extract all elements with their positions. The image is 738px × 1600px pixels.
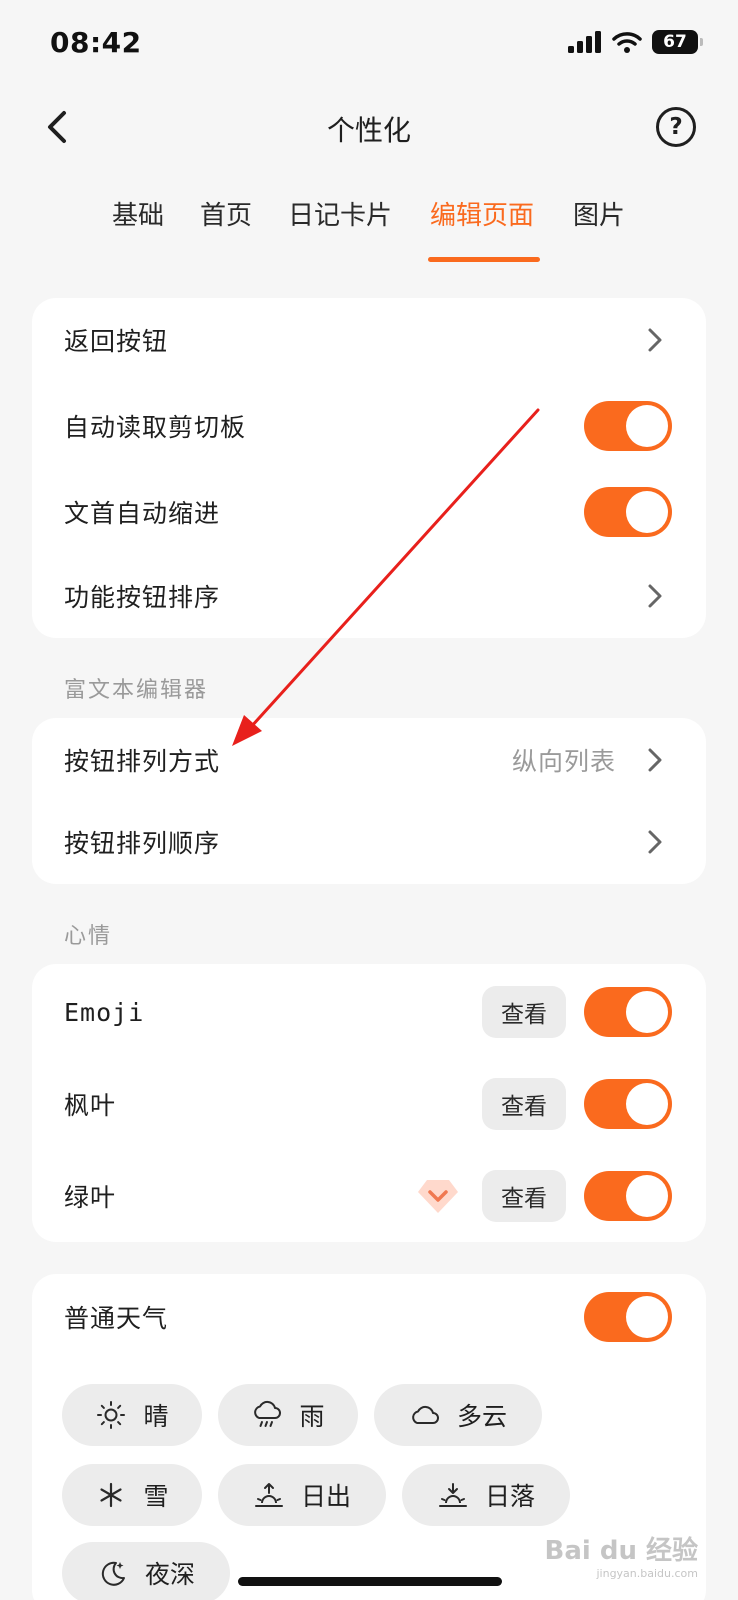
chevron-right-icon [648,830,662,854]
rich-text-card: 按钮排列方式 纵向列表 按钮排列顺序 [32,718,706,884]
general-settings-card: 返回按钮 自动读取剪切板 文首自动缩进 功能按钮排序 [32,298,706,638]
nav-bar: 个性化 ? [0,95,738,165]
auto-indent-row: 文首自动缩进 [32,470,706,554]
mood-green-leaf-row: 绿叶 查看 [32,1154,706,1238]
tab-diary-card[interactable]: 日记卡片 [288,195,392,232]
arrangement-row[interactable]: 按钮排列方式 纵向列表 [32,718,706,802]
cellular-signal-icon [568,31,601,53]
toggle-knob [626,1083,668,1125]
watermark-logo: Bai du 经验 jingyan.baidu.com [545,1530,699,1580]
moon-icon [101,1561,125,1586]
rich-text-section-title: 富文本编辑器 [64,678,209,703]
toggle-knob [626,1175,668,1217]
status-icons: 67 [568,30,703,54]
mood-maple-label: 枫叶 [64,1091,117,1120]
weather-chip-cloudy[interactable]: 多云 [374,1384,542,1446]
status-time: 08:42 [50,26,142,59]
tab-image[interactable]: 图片 [573,195,625,232]
weather-chip-rain[interactable]: 雨 [218,1384,358,1446]
weather-chip-sunrise[interactable]: 日出 [218,1464,386,1526]
weather-chip-label: 雨 [299,1402,325,1431]
weather-chip-label: 晴 [143,1402,169,1431]
auto-indent-toggle[interactable] [584,487,672,537]
mood-section-title: 心情 [64,924,113,949]
weather-chip-label: 夜深 [144,1560,195,1589]
mood-green-leaf-label: 绿叶 [64,1183,117,1212]
toggle-knob [626,1296,668,1338]
auto-clipboard-toggle[interactable] [584,401,672,451]
back-button-row[interactable]: 返回按钮 [32,298,706,382]
weather-label: 普通天气 [64,1304,169,1333]
cloud-icon [412,1405,439,1424]
auto-indent-label: 文首自动缩进 [64,499,221,528]
tab-basic[interactable]: 基础 [112,195,164,232]
rain-icon [254,1400,282,1427]
mood-emoji-row: Emoji 查看 [32,970,706,1054]
home-indicator [238,1577,502,1586]
weather-chip-label: 雪 [143,1482,169,1511]
watermark-sub: jingyan.baidu.com [596,1567,698,1580]
weather-chip-label: 多云 [456,1402,507,1431]
weather-chip-sunny[interactable]: 晴 [62,1384,202,1446]
weather-chip-late-night[interactable]: 夜深 [62,1542,230,1600]
weather-toggle[interactable] [584,1292,672,1342]
battery-icon: 67 [652,30,703,54]
tab-edit-page[interactable]: 编辑页面 [430,195,534,232]
weather-chip-label: 日落 [484,1482,535,1511]
arrangement-label: 按钮排列方式 [64,747,221,776]
sun-icon [97,1401,126,1429]
toggle-knob [626,991,668,1033]
watermark-text: Bai du 经验 [544,1536,699,1566]
tab-home[interactable]: 首页 [200,195,252,232]
status-bar: 08:42 67 [0,0,738,90]
chevron-right-icon [648,328,662,352]
weather-chip-sunset[interactable]: 日落 [402,1464,570,1526]
sequence-row[interactable]: 按钮排列顺序 [32,800,706,884]
page-title: 个性化 [326,114,411,147]
view-emoji-button[interactable]: 查看 [482,986,566,1038]
toggle-knob [626,491,668,533]
weather-chip-snow[interactable]: 雪 [62,1464,202,1526]
auto-clipboard-row: 自动读取剪切板 [32,384,706,468]
weather-chip-label: 日出 [300,1482,351,1511]
chevron-right-icon [648,584,662,608]
mood-card: Emoji 查看 枫叶 查看 绿叶 查看 [32,964,706,1242]
button-order-row[interactable]: 功能按钮排序 [32,554,706,638]
view-green-leaf-button[interactable]: 查看 [482,1170,566,1222]
mood-emoji-label: Emoji [64,997,145,1027]
sunrise-icon [254,1483,283,1507]
auto-clipboard-label: 自动读取剪切板 [64,413,247,442]
premium-diamond-icon [418,1180,458,1213]
view-maple-button[interactable]: 查看 [482,1078,566,1130]
chevron-right-icon [648,748,662,772]
button-order-label: 功能按钮排序 [64,583,221,612]
sequence-label: 按钮排列顺序 [64,829,221,858]
weather-row: 普通天气 [32,1274,706,1360]
wifi-icon [612,32,642,53]
tab-bar: 基础 首页 日记卡片 编辑页面 图片 [0,195,738,270]
snow-icon [100,1482,123,1508]
mood-maple-row: 枫叶 查看 [32,1062,706,1146]
back-button-label: 返回按钮 [64,327,169,356]
tab-indicator [428,257,540,262]
emoji-toggle[interactable] [584,987,672,1037]
maple-toggle[interactable] [584,1079,672,1129]
arrangement-value: 纵向列表 [511,747,616,776]
green-leaf-toggle[interactable] [584,1171,672,1221]
sunset-icon [438,1483,467,1507]
toggle-knob [626,405,668,447]
help-icon[interactable]: ? [656,107,696,147]
